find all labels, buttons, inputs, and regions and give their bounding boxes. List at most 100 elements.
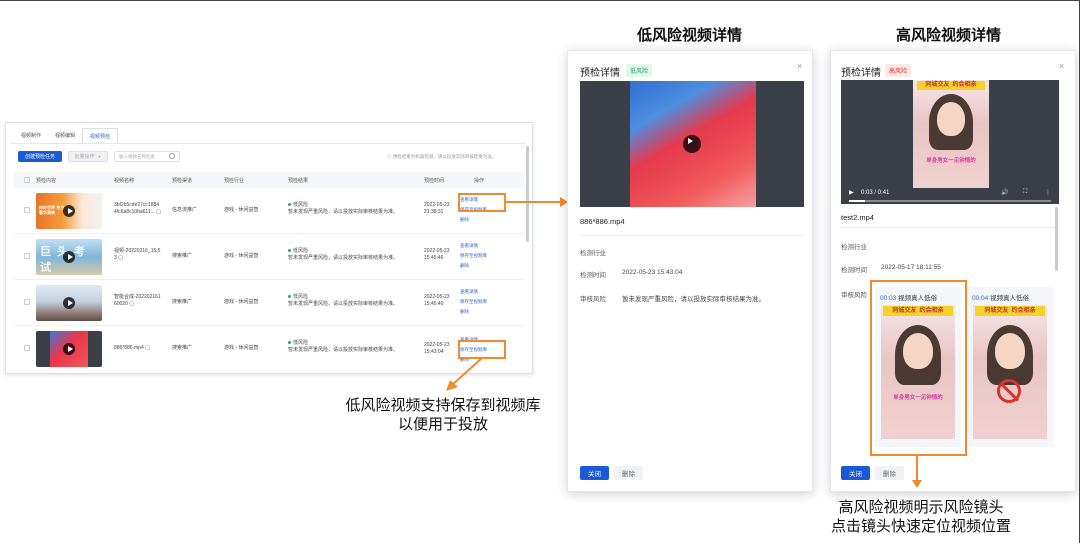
- search-input[interactable]: 输入视频名称检索: [114, 151, 180, 162]
- arrow-to-high-caption: [916, 456, 918, 482]
- result-desc: 暂未发现严重风险，请以投放实际审核结果为准。: [288, 255, 399, 261]
- highlight-view-details: [458, 193, 506, 212]
- create-precheck-button[interactable]: 创建预检任务: [18, 151, 62, 162]
- precheck-industry: 游戏 - 休闲益智: [224, 299, 259, 305]
- video-name-line2: 4fc6a8c10ba611... ▢: [114, 209, 161, 216]
- header-checkbox[interactable]: [24, 177, 30, 183]
- result-status-text: 低风险: [293, 340, 309, 346]
- shot-time[interactable]: 00:04: [972, 295, 988, 302]
- copy-icon[interactable]: ▢: [155, 209, 161, 215]
- copy-icon[interactable]: ▢: [128, 301, 134, 307]
- progress-bar[interactable]: [849, 200, 1051, 202]
- delete-link[interactable]: 删除: [460, 261, 487, 271]
- precheck-clock: 15:45:40: [424, 301, 444, 307]
- precheck-date: 2022-05-23: [424, 202, 450, 208]
- close-icon[interactable]: ×: [1059, 61, 1064, 71]
- precheck-date: 2022-05-23: [424, 248, 450, 254]
- precheck-channel: 搜索推广: [172, 253, 193, 259]
- close-button[interactable]: 关闭: [580, 466, 609, 480]
- precheck-tip-text: 预检结果为机器检测，请以投放实际审核结果为准。: [392, 154, 497, 159]
- bulk-action-button[interactable]: 批量操作 ▼: [68, 151, 108, 162]
- copy-icon[interactable]: ▢: [117, 255, 123, 261]
- time-value: 2022-05-23 15:43:04: [622, 269, 683, 276]
- high-risk-caption-line1: 高风险视频明示风险镜头: [838, 499, 1004, 516]
- play-icon[interactable]: [63, 251, 75, 263]
- dialog-title: 预检详情: [580, 68, 620, 79]
- delete-button[interactable]: 删除: [614, 466, 643, 480]
- video-thumbnail[interactable]: [36, 331, 102, 367]
- delete-link[interactable]: 删除: [460, 215, 487, 225]
- save-to-library-link[interactable]: 保存至视频库: [460, 297, 487, 307]
- row-actions: 查看详情 保存至视频库 删除: [460, 241, 487, 271]
- fullscreen-icon[interactable]: ⛶: [1023, 189, 1027, 196]
- play-icon[interactable]: [63, 205, 75, 217]
- video-player[interactable]: 同城交友 约会相亲 单身男女一见钟情的 ▶ 0:03 / 0:41 🔊 ⛶ ⋮: [841, 80, 1059, 204]
- tab-video-precheck[interactable]: 视频预检: [82, 128, 119, 143]
- delete-link[interactable]: 删除: [460, 307, 487, 317]
- video-name-line2: 60020 ▢: [114, 301, 161, 308]
- save-to-library-link[interactable]: 保存至视频库: [460, 251, 487, 261]
- video-name-line1: 视频-20220216_15:5: [114, 248, 161, 254]
- result-desc: 暂未发现严重风险，请以投放实际审核结果为准。: [288, 301, 399, 307]
- col-channel[interactable]: 预检渠道: [172, 177, 192, 184]
- list-scrollbar[interactable]: [526, 146, 529, 242]
- result-status: 低风险: [288, 248, 398, 255]
- volume-icon[interactable]: 🔊: [1001, 189, 1008, 196]
- progress-bar-fill: [849, 200, 866, 202]
- video-thumbnail[interactable]: [36, 285, 102, 321]
- dialog-title: 预检详情: [841, 68, 881, 79]
- precheck-channel: 搜索推广: [172, 299, 193, 305]
- close-icon[interactable]: ×: [797, 61, 802, 71]
- result-status: 低风险: [288, 340, 398, 347]
- precheck-industry: 游戏 - 休闲益智: [224, 207, 259, 213]
- copy-icon[interactable]: ▢: [144, 345, 150, 351]
- view-details-link[interactable]: 查看详情: [460, 241, 487, 251]
- precheck-channel: 信息流推广: [172, 207, 198, 213]
- col-name: 视频名称: [114, 178, 135, 184]
- delete-button[interactable]: 删除: [875, 466, 904, 480]
- precheck-time: 2022-05-23 21:38:31: [424, 202, 450, 216]
- precheck-clock: 15:45:46: [424, 255, 444, 261]
- video-frame: 同城交友 约会相亲 单身男女一见钟情的: [913, 80, 989, 188]
- high-risk-caption: 高风险视频明示风险镜头 点击镜头快速定位视频位置: [812, 498, 1030, 536]
- video-player[interactable]: [580, 81, 804, 207]
- dialog-scrollbar[interactable]: [1055, 207, 1058, 271]
- divider: [580, 235, 804, 236]
- play-icon[interactable]: [63, 297, 75, 309]
- result-status: 低风险: [288, 202, 398, 209]
- row-checkbox[interactable]: [24, 207, 30, 213]
- col-industry[interactable]: 预检行业: [224, 177, 244, 184]
- play-icon[interactable]: [63, 343, 75, 355]
- play-icon[interactable]: ▶: [849, 189, 854, 196]
- row-checkbox[interactable]: [24, 345, 30, 351]
- table-row: 你好世界·东方 · 奢华美味 3bf2b5cde27cc1884 4fc6a8c1…: [14, 188, 524, 234]
- result-status-text: 低风险: [293, 248, 309, 254]
- row-checkbox[interactable]: [24, 299, 30, 305]
- more-icon[interactable]: ⋮: [1045, 189, 1051, 196]
- time-label: 检测时间: [841, 267, 867, 274]
- industry-label: 检测行业: [841, 244, 867, 251]
- precheck-industry: 游戏 - 休闲益智: [224, 345, 259, 351]
- col-result[interactable]: 预检结果: [288, 177, 308, 184]
- video-name-line1: 智能合成-202202161: [114, 294, 161, 300]
- close-button[interactable]: 关闭: [841, 466, 870, 480]
- tab-video-production[interactable]: 视频制作: [14, 128, 48, 143]
- shot-thumbnail[interactable]: 同城交友 约会相亲: [973, 305, 1047, 439]
- banner-right-text: 约会相亲: [952, 82, 977, 88]
- play-icon[interactable]: [683, 135, 701, 153]
- arrow-to-low-caption: [446, 357, 483, 391]
- precheck-clock: 21:38:31: [424, 209, 444, 215]
- precheck-time: 2022-05-23 15:43:04: [424, 342, 450, 356]
- time-value: 2022-05-17 18:11:55: [881, 264, 941, 271]
- precheck-date: 2022-05-23: [424, 342, 450, 348]
- video-thumbnail[interactable]: 巨头考试: [36, 239, 102, 275]
- tab-video-edit[interactable]: 视频编辑: [48, 128, 82, 143]
- row-checkbox[interactable]: [24, 253, 30, 259]
- precheck-time: 2022-05-23 15:45:40: [424, 294, 450, 308]
- status-dot-icon: [288, 203, 291, 207]
- view-details-link[interactable]: 查看详情: [460, 287, 487, 297]
- frame-top-line: [0, 0, 1080, 1]
- video-thumbnail[interactable]: 你好世界·东方 · 奢华美味: [36, 193, 102, 229]
- risk-shot-card[interactable]: 00:04 视频真人低俗 同城交友 约会相亲: [967, 287, 1053, 447]
- low-risk-caption: 低风险视频支持保存到视频库 以便用于投放: [330, 396, 556, 434]
